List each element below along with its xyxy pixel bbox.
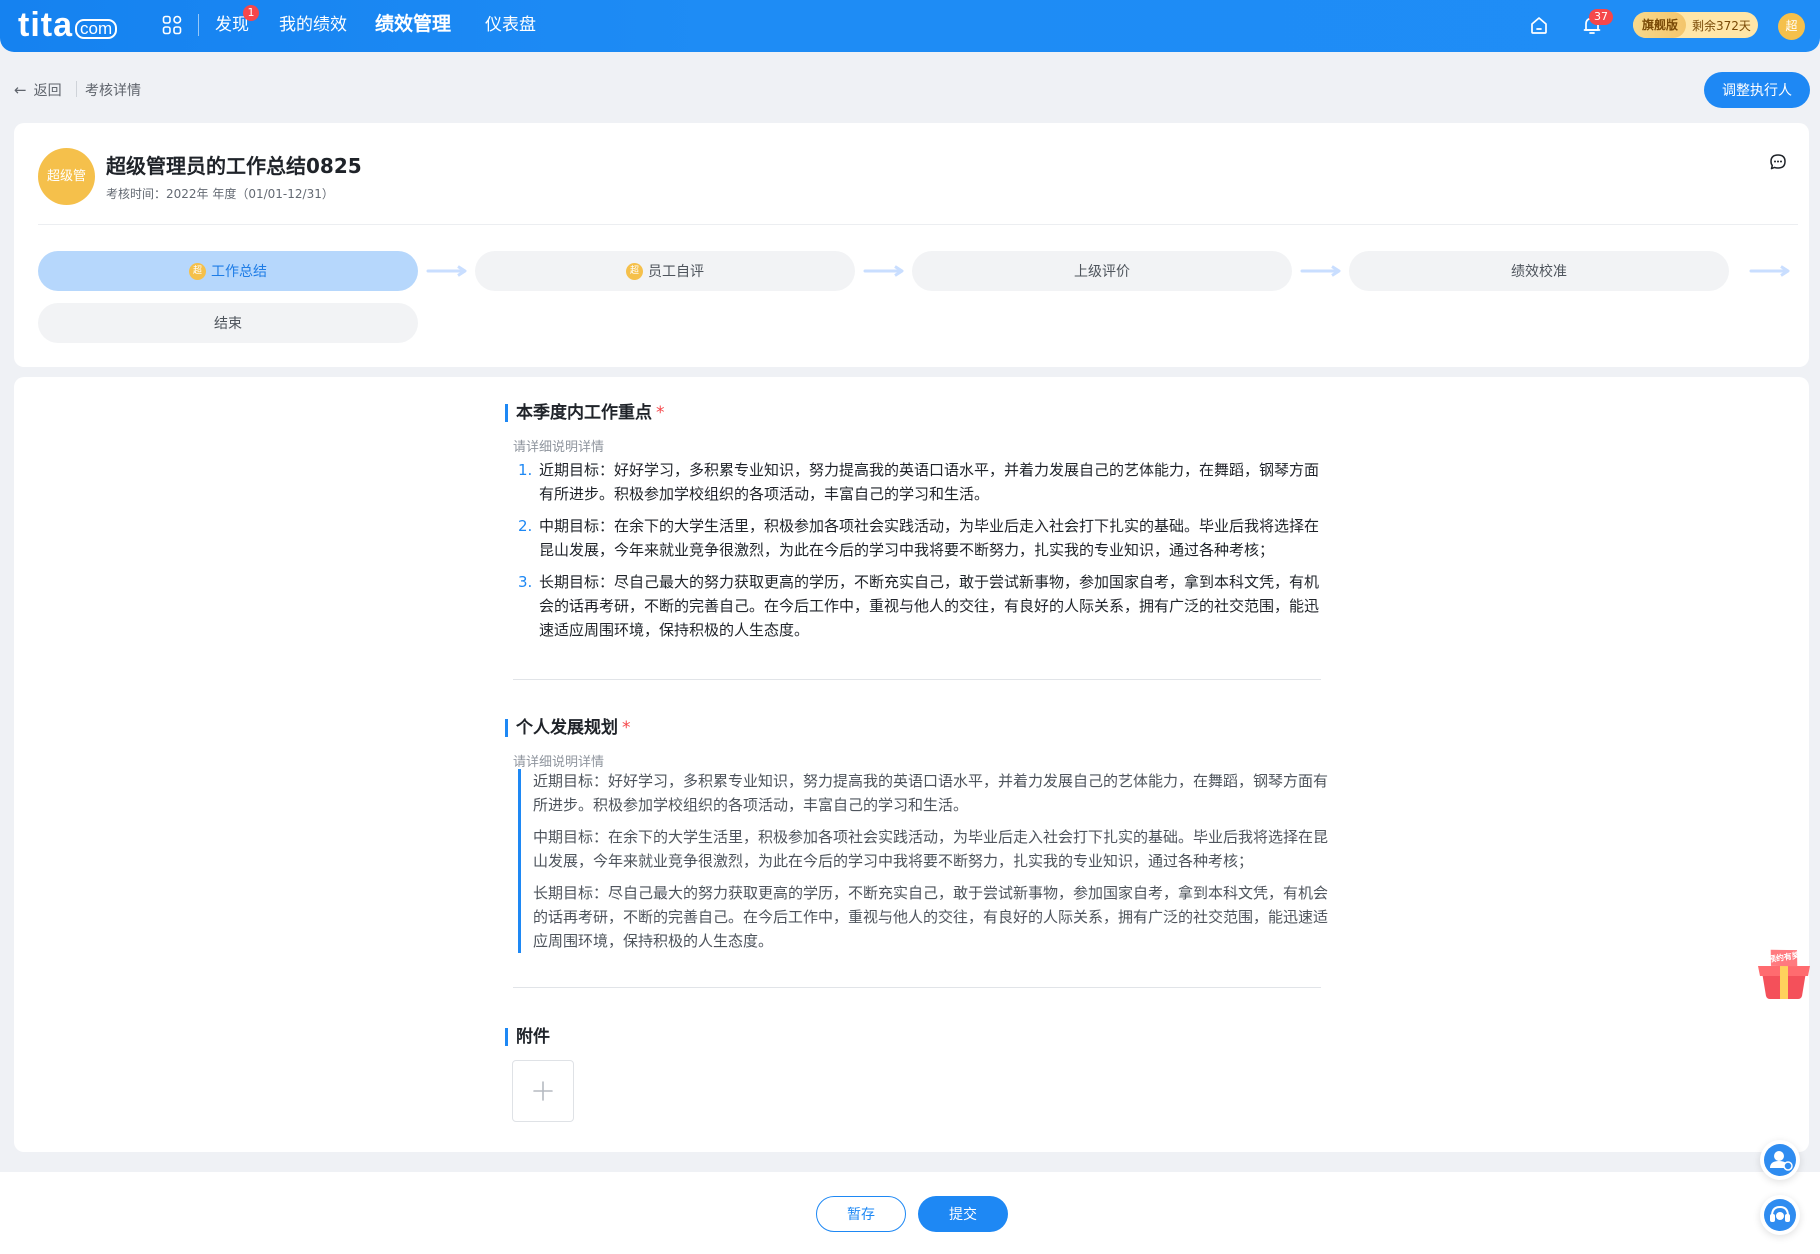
quote-paragraph: 中期目标：在余下的大学生活里，积极参加各项社会实践活动，为毕业后走入社会打下扎实… (533, 828, 1329, 870)
section-divider (513, 679, 1321, 680)
section-title-focus: 本季度内工作重点 * (505, 404, 665, 422)
step-label: 结束 (214, 316, 242, 332)
step-label: 绩效校准 (1511, 264, 1567, 280)
quote-paragraph: 近期目标：好好学习，多积累专业知识，努力提高我的英语口语水平，并着力发展自己的艺… (533, 772, 1329, 814)
list-number: 3. (518, 573, 533, 591)
page-title: 超级管理员的工作总结0825 (106, 154, 362, 178)
step-label: 工作总结 (211, 264, 267, 280)
section-hint: 请详细说明详情 (513, 755, 605, 770)
top-navigation-bar: tita com 发现 1 我的绩效 绩效管理 仪表盘 37 旗舰版 剩余372… (0, 0, 1820, 52)
step-end[interactable]: 结束 (38, 303, 418, 343)
step-avatar: 超 (189, 262, 206, 280)
plan-remaining: 剩余372天 (1692, 18, 1751, 33)
plan-name: 旗舰版 (1633, 12, 1687, 38)
comment-icon[interactable] (1769, 153, 1787, 171)
plus-icon (533, 1081, 553, 1101)
step-arrow-icon (863, 265, 904, 277)
list-item: 1. 近期目标：好好学习，多积累专业知识，努力提高我的英语口语水平，并着力发展自… (513, 458, 1319, 506)
section-title-text: 本季度内工作重点 (516, 403, 652, 423)
tita-logo[interactable]: tita com (18, 6, 118, 44)
section-title-plan: 个人发展规划 * (505, 719, 631, 737)
section-hint: 请详细说明详情 (513, 440, 605, 455)
notification-badge: 37 (1589, 9, 1613, 25)
breadcrumb-divider (76, 81, 77, 97)
required-mark: * (622, 718, 631, 738)
adjust-executor-button[interactable]: 调整执行人 (1704, 72, 1810, 108)
headset-icon (1764, 1199, 1796, 1231)
step-avatar: 超 (626, 262, 643, 280)
nav-dashboard[interactable]: 仪表盘 (485, 12, 536, 38)
step-self-review[interactable]: 超 员工自评 (475, 251, 855, 291)
list-item: 2. 中期目标：在余下的大学生活里，积极参加各项社会实践活动，为毕业后走入社会打… (513, 514, 1319, 562)
step-calibration[interactable]: 绩效校准 (1349, 251, 1729, 291)
add-attachment-button[interactable] (512, 1060, 574, 1122)
discover-badge: 1 (243, 5, 259, 21)
focus-editor[interactable]: 1. 近期目标：好好学习，多积累专业知识，努力提高我的英语口语水平，并着力发展自… (513, 458, 1319, 650)
list-text: 中期目标：在余下的大学生活里，积极参加各项社会实践活动，为毕业后走入社会打下扎实… (539, 517, 1320, 559)
section-divider (513, 987, 1321, 988)
customer-service-button[interactable] (1760, 1195, 1800, 1235)
user-support-icon (1764, 1144, 1796, 1176)
list-item: 3. 长期目标：尽自己最大的努力获取更高的学历，不断充实自己，敢于尝试新事物，参… (513, 570, 1319, 642)
back-label: 返回 (33, 83, 62, 99)
step-label: 上级评价 (1074, 264, 1130, 280)
step-arrow-icon (1300, 265, 1341, 277)
list-number: 1. (518, 461, 533, 479)
nav-divider (198, 14, 199, 36)
plan-editor[interactable]: 近期目标：好好学习，多积累专业知识，努力提高我的英语口语水平，并着力发展自己的艺… (518, 769, 1336, 953)
contact-sales-button[interactable] (1760, 1140, 1800, 1180)
back-link[interactable]: ← 返回 (14, 80, 62, 100)
gift-box-icon[interactable]: 预约有奖 (1752, 942, 1816, 1000)
section-title-text: 附件 (516, 1027, 550, 1047)
plan-badge[interactable]: 旗舰版 剩余372天 (1633, 12, 1758, 38)
step-work-summary[interactable]: 超 工作总结 (38, 251, 418, 291)
summary-form-card: 本季度内工作重点 * 请详细说明详情 1. 近期目标：好好学习，多积累专业知识，努… (14, 377, 1809, 1152)
required-mark: * (656, 403, 665, 423)
review-period: 考核时间：2022年 年度（01/01-12/31） (106, 187, 334, 201)
breadcrumb-current: 考核详情 (85, 83, 141, 99)
quote-paragraph: 长期目标：尽自己最大的努力获取更高的学历，不断充实自己，敢于尝试新事物，参加国家… (533, 884, 1329, 950)
logo-text: tita (18, 6, 73, 44)
home-icon[interactable] (1528, 14, 1550, 36)
arrow-left-icon: ← (14, 81, 27, 99)
section-title-text: 个人发展规划 (516, 718, 618, 738)
step-label: 员工自评 (648, 264, 704, 280)
logo-suffix: com (75, 19, 118, 39)
submit-button[interactable]: 提交 (918, 1196, 1008, 1232)
nav-performance-management[interactable]: 绩效管理 (375, 11, 451, 37)
step-arrow-icon (1749, 265, 1790, 277)
apps-grid-icon[interactable] (162, 15, 182, 35)
list-number: 2. (518, 517, 533, 535)
review-header-card: 超级管 超级管理员的工作总结0825 考核时间：2022年 年度（01/01-1… (14, 123, 1809, 367)
owner-avatar: 超级管 (38, 148, 95, 205)
section-title-attachment: 附件 (505, 1028, 550, 1046)
list-text: 长期目标：尽自己最大的努力获取更高的学历，不断充实自己，敢于尝试新事物，参加国家… (539, 573, 1320, 639)
header-divider (38, 224, 1798, 225)
action-footer (0, 1172, 1820, 1254)
step-arrow-icon (426, 265, 467, 277)
list-text: 近期目标：好好学习，多积累专业知识，努力提高我的英语口语水平，并着力发展自己的艺… (539, 461, 1320, 503)
nav-my-performance[interactable]: 我的绩效 (279, 12, 347, 38)
save-draft-button[interactable]: 暂存 (816, 1196, 906, 1232)
user-avatar[interactable]: 超 (1778, 13, 1805, 40)
step-manager-review[interactable]: 上级评价 (912, 251, 1292, 291)
